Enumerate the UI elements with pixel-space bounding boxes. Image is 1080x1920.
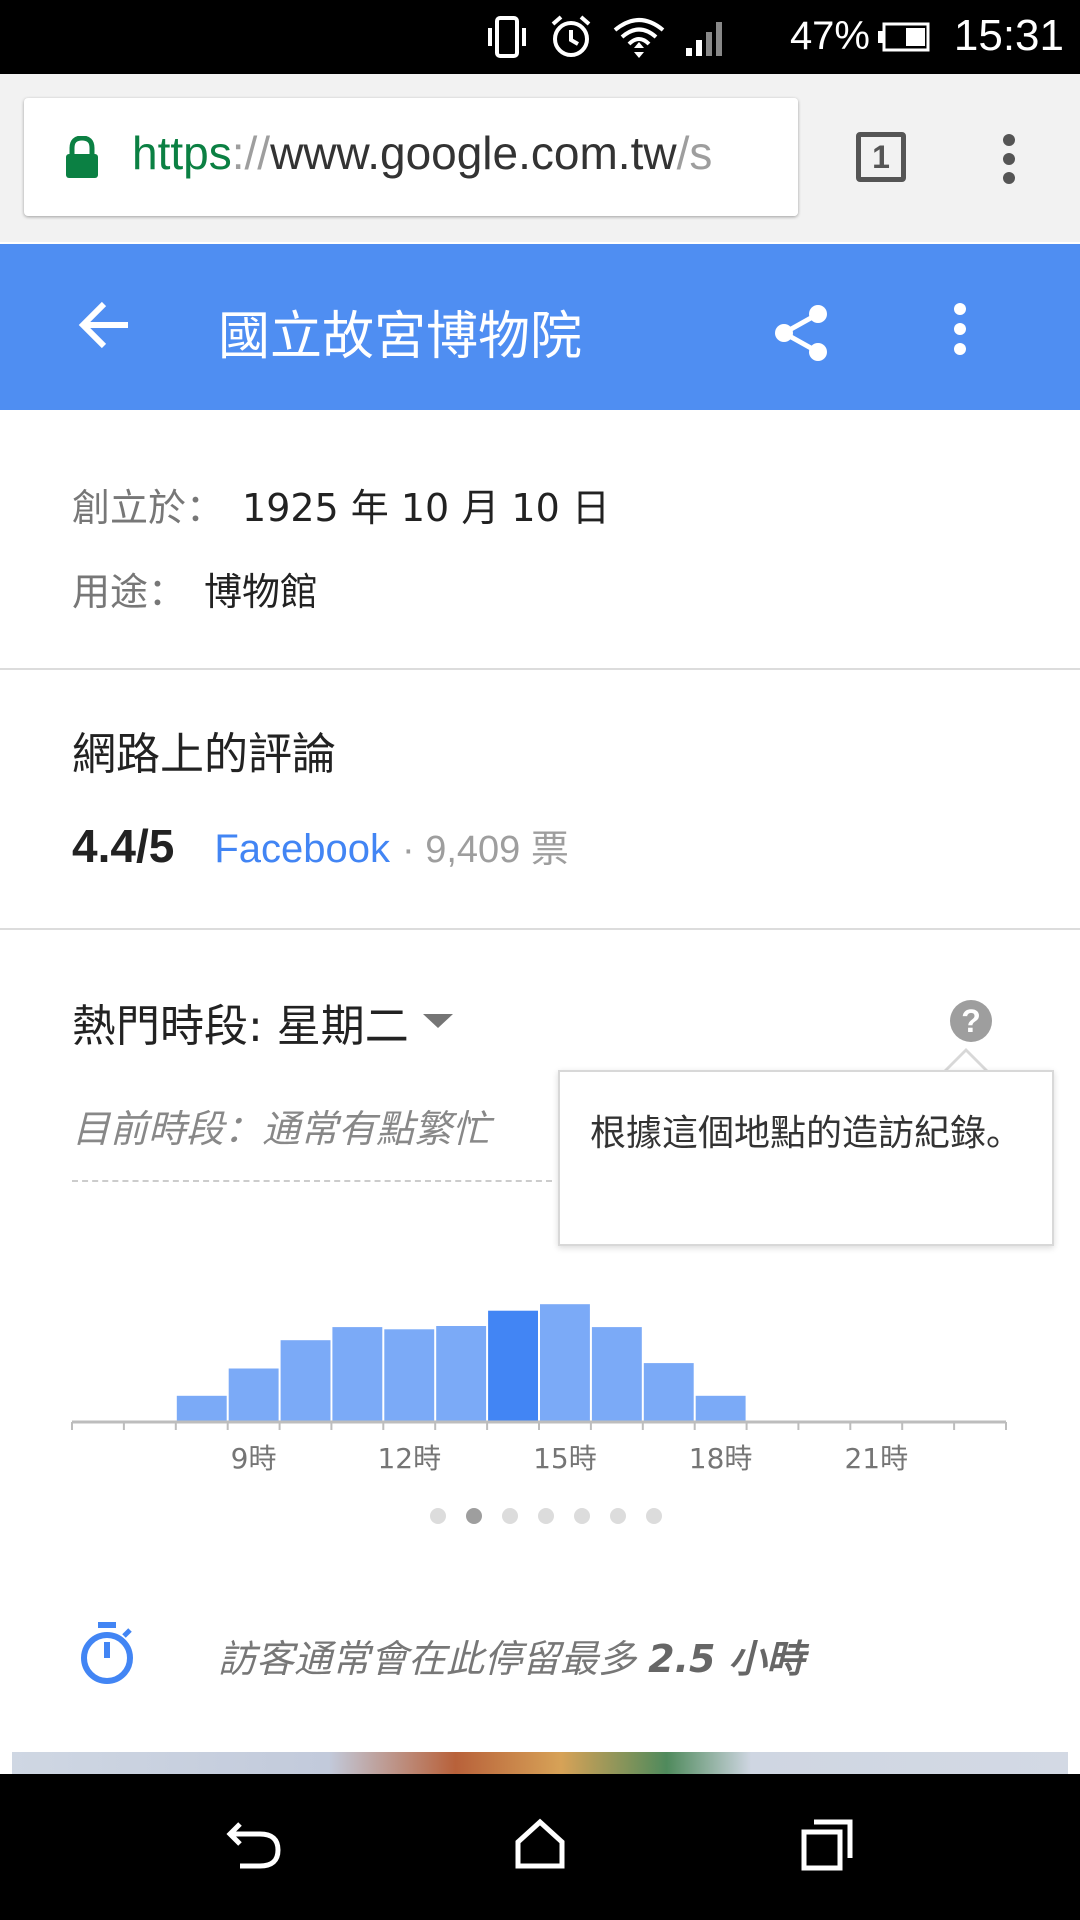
nav-home-icon[interactable] (514, 1818, 566, 1870)
signal-icon (686, 22, 722, 56)
stopwatch-icon (81, 1622, 133, 1684)
current-busyness: 目前時段：通常有點繁忙 (72, 1107, 491, 1151)
chart-bar-12時 (384, 1329, 435, 1422)
system-nav-bar (0, 1774, 1080, 1920)
share-icon[interactable] (772, 302, 832, 364)
purpose-value[interactable]: 博物館 (204, 561, 318, 616)
browser-menu-icon[interactable] (998, 134, 1020, 184)
chart-tick-label: 21時 (844, 1442, 908, 1475)
lock-icon (66, 136, 98, 178)
visit-duration: 訪客通常會在此停留最多 2.5 小時 (218, 1628, 805, 1683)
founded-row: 創立於： 1925 年 10 月 10 日 (72, 462, 610, 546)
chart-bar-18時 (695, 1395, 746, 1422)
chart-bar-11時 (332, 1327, 383, 1422)
popular-times-day-selector[interactable]: 熱門時段: 星期二 (72, 990, 453, 1054)
browser-toolbar: https://www.google.com.tw/s 1 (0, 74, 1080, 242)
vibrate-icon (488, 16, 526, 58)
review-row: 4.4/5 Facebook · 9,409 票 (72, 818, 569, 873)
clock: 15:31 (953, 11, 1064, 60)
url-text[interactable]: https://www.google.com.tw/s (132, 126, 712, 180)
back-arrow-icon[interactable] (78, 298, 132, 352)
divider (0, 928, 1080, 930)
chart-tick-label: 12時 (377, 1442, 441, 1475)
reviews-title: 網路上的評論 (72, 729, 336, 780)
chart-tick-label: 15時 (533, 1442, 597, 1475)
app-bar: 國立故宮博物院 (0, 244, 1080, 410)
chart-bar-10時 (280, 1340, 331, 1422)
url-fade (758, 98, 798, 216)
place-photo[interactable] (12, 1752, 1068, 1774)
chart-bar-15時 (540, 1304, 590, 1422)
review-source-link[interactable]: Facebook (214, 827, 390, 872)
pager-dot[interactable] (646, 1508, 662, 1524)
chart-tick-label: 9時 (231, 1442, 277, 1475)
popular-times-chart: 9時 12時 15時 18時 21時 (71, 1304, 1007, 1475)
url-separator: :// (231, 127, 271, 179)
chart-tick-label: 18時 (689, 1442, 753, 1475)
current-level-line (72, 1180, 552, 1182)
chart-bar-13時 (436, 1326, 487, 1422)
url-host: www.google.com.tw (270, 127, 677, 179)
status-icons (484, 12, 730, 62)
alarm-icon (551, 15, 591, 57)
purpose-label: 用途： (72, 569, 187, 614)
pager-dot[interactable] (502, 1508, 518, 1524)
popular-times-title: 熱門時段: 星期二 (72, 1001, 409, 1052)
more-options-icon[interactable] (950, 302, 970, 356)
help-icon[interactable]: ? (950, 1000, 992, 1042)
founded-label: 創立於： (72, 485, 225, 530)
help-tooltip: 根據這個地點的造訪紀錄。 (558, 1070, 1054, 1246)
pager-dot[interactable] (466, 1508, 482, 1524)
chart-bar-16時 (591, 1327, 642, 1422)
wifi-icon (613, 18, 665, 58)
url-path: /s (676, 127, 713, 179)
dropdown-arrow-icon (422, 1014, 453, 1028)
chart-bar-8時 (176, 1395, 227, 1422)
info-section: 創立於： 1925 年 10 月 10 日 用途： 博物館 (72, 462, 610, 630)
status-bar: 47% 15:31 (0, 0, 1080, 74)
pager-dot[interactable] (610, 1508, 626, 1524)
tab-switcher-button[interactable]: 1 (856, 132, 906, 182)
url-bar[interactable]: https://www.google.com.tw/s (24, 98, 798, 216)
page-title: 國立故宮博物院 (218, 307, 583, 367)
nav-back-icon[interactable] (226, 1818, 282, 1870)
battery-icon (878, 22, 930, 52)
day-pager (430, 1508, 662, 1524)
chart-bar-14時 (488, 1310, 538, 1422)
nav-recents-icon[interactable] (800, 1818, 854, 1872)
visit-duration-prefix: 訪客通常會在此停留最多 (218, 1637, 637, 1681)
pager-dot[interactable] (430, 1508, 446, 1524)
pager-dot[interactable] (538, 1508, 554, 1524)
founded-value: 1925 年 10 月 10 日 (242, 485, 610, 530)
chart-bar-17時 (643, 1363, 694, 1422)
visit-duration-value: 2.5 小時 (648, 1637, 805, 1681)
chart-bar-9時 (228, 1368, 279, 1422)
pager-dot[interactable] (574, 1508, 590, 1524)
purpose-row: 用途： 博物館 (72, 546, 610, 630)
vote-count: · 9,409 票 (401, 829, 569, 871)
battery-percent: 47% (789, 14, 870, 58)
rating-value: 4.4/5 (72, 820, 175, 872)
divider (0, 668, 1080, 670)
url-scheme: https (132, 127, 232, 179)
